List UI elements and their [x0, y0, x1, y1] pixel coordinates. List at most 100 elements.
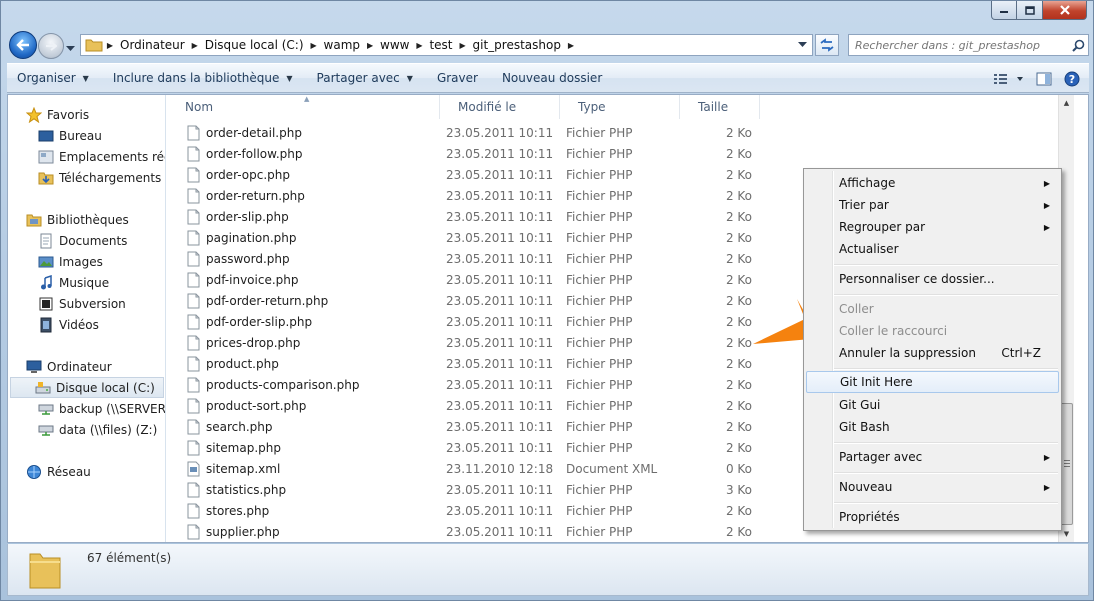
- column-header-modified[interactable]: Modifié le: [440, 95, 560, 119]
- nav-data-drive[interactable]: data (\\files) (Z:): [38, 419, 157, 440]
- refresh-button[interactable]: [815, 34, 839, 56]
- file-size: 2 Ko: [725, 251, 752, 266]
- file-row[interactable]: product.php 23.05.2011 10:11 Fichier PHP 2 …: [167, 353, 767, 374]
- menu-item-group-by[interactable]: Regrouper par ▶: [806, 216, 1059, 238]
- file-name: order-slip.php: [187, 206, 289, 227]
- organize-button[interactable]: Organiser ▼: [7, 64, 99, 92]
- file-row[interactable]: products-comparison.php 23.05.2011 10:11 F…: [167, 374, 767, 395]
- search-icon[interactable]: [1068, 39, 1088, 52]
- nav-videos[interactable]: Vidéos: [38, 314, 99, 335]
- nav-backup-drive[interactable]: backup (\\SERVER-N: [38, 398, 165, 419]
- maximize-button[interactable]: [1017, 1, 1043, 20]
- breadcrumb-ordinateur[interactable]: Ordinateur: [117, 38, 188, 52]
- breadcrumb-separator-icon[interactable]: ▶: [456, 41, 470, 50]
- file-row[interactable]: prices-drop.php 23.05.2011 10:11 Fichier P…: [167, 332, 767, 353]
- burn-button[interactable]: Graver: [427, 64, 488, 92]
- nav-local-disk-c[interactable]: Disque local (C:): [10, 377, 164, 398]
- file-row[interactable]: order-return.php 23.05.2011 10:11 Fichier …: [167, 185, 767, 206]
- preview-pane-button[interactable]: [1033, 68, 1055, 90]
- nav-recent-places[interactable]: Emplacements récents: [38, 146, 165, 167]
- menu-item-properties[interactable]: Propriétés: [806, 506, 1059, 528]
- context-menu: Affichage ▶ Trier par ▶ Regrouper par ▶ Act…: [803, 168, 1062, 531]
- file-row[interactable]: stores.php 23.05.2011 10:11 Fichier PHP 2 K…: [167, 500, 767, 521]
- nav-network[interactable]: Réseau: [26, 461, 91, 482]
- breadcrumb-separator-icon[interactable]: ▶: [412, 41, 426, 50]
- menu-item-new[interactable]: Nouveau ▶: [806, 476, 1059, 498]
- php-file-icon: [187, 125, 200, 140]
- file-row[interactable]: password.php 23.05.2011 10:11 Fichier PHP 2…: [167, 248, 767, 269]
- menu-item-refresh[interactable]: Actualiser: [806, 238, 1059, 260]
- file-row[interactable]: order-follow.php 23.05.2011 10:11 Fichier …: [167, 143, 767, 164]
- column-header-size[interactable]: Taille: [680, 95, 760, 119]
- file-row[interactable]: search.php 23.05.2011 10:11 Fichier PHP 2 K…: [167, 416, 767, 437]
- folder-icon: [29, 553, 61, 589]
- breadcrumb-separator-icon[interactable]: ▶: [363, 41, 377, 50]
- breadcrumb-separator-icon[interactable]: ▶: [103, 41, 117, 50]
- file-row[interactable]: product-sort.php 23.05.2011 10:11 Fichier …: [167, 395, 767, 416]
- share-with-button[interactable]: Partager avec ▼: [307, 64, 423, 92]
- breadcrumb-separator-icon[interactable]: ▶: [564, 41, 578, 50]
- nav-libraries[interactable]: Bibliothèques: [26, 209, 129, 230]
- new-folder-button[interactable]: Nouveau dossier: [492, 64, 612, 92]
- file-type: Fichier PHP: [566, 272, 633, 287]
- file-row[interactable]: sitemap.php 23.05.2011 10:11 Fichier PHP 2 …: [167, 437, 767, 458]
- organize-label: Organiser: [17, 71, 76, 85]
- breadcrumb-git-prestashop[interactable]: git_prestashop: [470, 38, 564, 52]
- address-history-dropdown[interactable]: [794, 35, 810, 55]
- menu-item-git-init-here[interactable]: Git Init Here: [806, 371, 1059, 393]
- menu-item-git-bash[interactable]: Git Bash: [806, 416, 1059, 438]
- menu-item-view[interactable]: Affichage ▶: [806, 172, 1059, 194]
- breadcrumb-wamp[interactable]: wamp: [321, 38, 363, 52]
- nav-documents[interactable]: Documents: [38, 230, 127, 251]
- file-row[interactable]: supplier.php 23.05.2011 10:11 Fichier PHP 2…: [167, 521, 767, 542]
- nav-music[interactable]: Musique: [38, 272, 109, 293]
- back-button[interactable]: [9, 31, 37, 59]
- file-row[interactable]: statistics.php 23.05.2011 10:11 Fichier PH…: [167, 479, 767, 500]
- column-header-type[interactable]: Type: [560, 95, 680, 119]
- menu-item-customize-folder[interactable]: Personnaliser ce dossier...: [806, 268, 1059, 290]
- nav-desktop[interactable]: Bureau: [38, 125, 102, 146]
- address-bar[interactable]: ▶ Ordinateur ▶ Disque local (C:) ▶ wamp …: [80, 34, 813, 56]
- nav-subversion[interactable]: Subversion: [38, 293, 126, 314]
- menu-item-undo-delete[interactable]: Annuler la suppression Ctrl+Z: [806, 342, 1059, 364]
- recent-pages-dropdown[interactable]: [66, 41, 75, 55]
- close-button[interactable]: [1043, 1, 1087, 20]
- drive-icon: [35, 380, 51, 396]
- menu-item-share-with[interactable]: Partager avec ▶: [806, 446, 1059, 468]
- nav-favorites[interactable]: Favoris: [26, 104, 89, 125]
- scroll-up-icon[interactable]: ▲: [1059, 95, 1074, 111]
- file-name: search.php: [187, 416, 273, 437]
- breadcrumb-www[interactable]: www: [377, 38, 412, 52]
- file-row[interactable]: order-opc.php 23.05.2011 10:11 Fichier PHP…: [167, 164, 767, 185]
- include-in-library-button[interactable]: Inclure dans la bibliothèque ▼: [103, 64, 303, 92]
- php-file-icon: [187, 251, 200, 266]
- breadcrumb-disque-local[interactable]: Disque local (C:): [202, 38, 307, 52]
- change-view-button[interactable]: [991, 68, 1027, 90]
- file-row[interactable]: order-slip.php 23.05.2011 10:11 Fichier PH…: [167, 206, 767, 227]
- file-row[interactable]: pagination.php 23.05.2011 10:11 Fichier PH…: [167, 227, 767, 248]
- file-row[interactable]: order-detail.php 23.05.2011 10:11 Fichier …: [167, 122, 767, 143]
- forward-button[interactable]: [38, 33, 64, 59]
- nav-computer[interactable]: Ordinateur: [26, 356, 112, 377]
- file-name: sitemap.xml: [187, 458, 280, 479]
- search-box[interactable]: [848, 34, 1089, 56]
- php-file-icon: [187, 356, 200, 371]
- breadcrumb-test[interactable]: test: [426, 38, 455, 52]
- breadcrumb-separator-icon[interactable]: ▶: [188, 41, 202, 50]
- file-row[interactable]: pdf-invoice.php 23.05.2011 10:11 Fichier P…: [167, 269, 767, 290]
- file-size: 2 Ko: [725, 293, 752, 308]
- arrow-left-icon: [16, 39, 29, 51]
- file-row[interactable]: sitemap.xml 23.11.2010 12:18 Document XML 0…: [167, 458, 767, 479]
- include-label: Inclure dans la bibliothèque: [112, 71, 280, 85]
- search-input[interactable]: [849, 38, 1068, 52]
- minimize-button[interactable]: [991, 1, 1017, 20]
- file-row[interactable]: pdf-order-return.php 23.05.2011 10:11 Fich…: [167, 290, 767, 311]
- file-row[interactable]: pdf-order-slip.php 23.05.2011 10:11 Fichie…: [167, 311, 767, 332]
- file-type: Fichier PHP: [566, 230, 633, 245]
- breadcrumb-separator-icon[interactable]: ▶: [307, 41, 321, 50]
- menu-item-git-gui[interactable]: Git Gui: [806, 394, 1059, 416]
- menu-item-sort-by[interactable]: Trier par ▶: [806, 194, 1059, 216]
- help-button[interactable]: ?: [1061, 68, 1083, 90]
- nav-downloads[interactable]: Téléchargements: [38, 167, 161, 188]
- nav-images[interactable]: Images: [38, 251, 103, 272]
